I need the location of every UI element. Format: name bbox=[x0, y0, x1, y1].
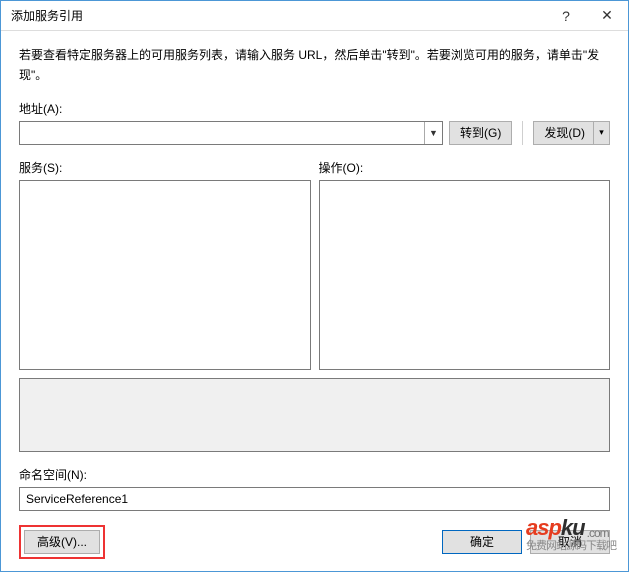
address-label: 地址(A): bbox=[19, 100, 610, 117]
dialog-title: 添加服务引用 bbox=[11, 7, 546, 24]
services-list[interactable] bbox=[19, 180, 311, 370]
address-row: ▼ 转到(G) 发现(D) ▾ bbox=[19, 121, 610, 145]
discover-button[interactable]: 发现(D) ▾ bbox=[533, 121, 610, 145]
close-button[interactable]: ✕ bbox=[586, 1, 628, 31]
instruction-text: 若要查看特定服务器上的可用服务列表，请输入服务 URL，然后单击"转到"。若要浏… bbox=[19, 45, 610, 86]
namespace-input[interactable] bbox=[19, 487, 610, 511]
chevron-down-icon[interactable]: ▾ bbox=[593, 122, 609, 144]
advanced-button[interactable]: 高级(V)... bbox=[24, 530, 100, 554]
divider bbox=[522, 121, 523, 145]
operations-column: 操作(O): bbox=[319, 159, 611, 370]
go-button[interactable]: 转到(G) bbox=[449, 121, 512, 145]
namespace-label: 命名空间(N): bbox=[19, 466, 610, 483]
dialog-content: 若要查看特定服务器上的可用服务列表，请输入服务 URL，然后单击"转到"。若要浏… bbox=[1, 31, 628, 569]
title-bar: 添加服务引用 ? ✕ bbox=[1, 1, 628, 31]
address-combobox[interactable]: ▼ bbox=[19, 121, 443, 145]
lists-row: 服务(S): 操作(O): bbox=[19, 159, 610, 370]
detail-panel bbox=[19, 378, 610, 452]
help-button[interactable]: ? bbox=[546, 1, 586, 31]
advanced-highlight: 高级(V)... bbox=[19, 525, 105, 559]
chevron-down-icon[interactable]: ▼ bbox=[424, 122, 442, 144]
services-column: 服务(S): bbox=[19, 159, 311, 370]
cancel-button[interactable]: 取消 bbox=[530, 530, 610, 554]
add-service-reference-dialog: 添加服务引用 ? ✕ 若要查看特定服务器上的可用服务列表，请输入服务 URL，然… bbox=[0, 0, 629, 572]
operations-list[interactable] bbox=[319, 180, 611, 370]
footer: 高级(V)... 确定 取消 bbox=[19, 521, 610, 559]
address-input[interactable] bbox=[20, 122, 424, 144]
ok-button[interactable]: 确定 bbox=[442, 530, 522, 554]
ok-cancel-group: 确定 取消 bbox=[442, 530, 610, 554]
operations-label: 操作(O): bbox=[319, 159, 611, 176]
services-label: 服务(S): bbox=[19, 159, 311, 176]
